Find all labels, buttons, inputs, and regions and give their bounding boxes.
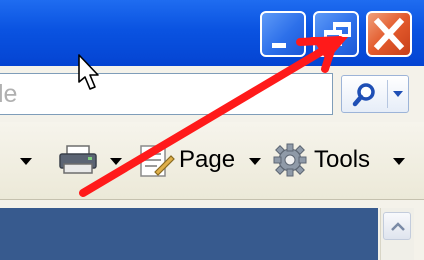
command-bar: Page Tools	[0, 122, 424, 200]
content-area	[0, 200, 424, 260]
scroll-up-button[interactable]	[383, 212, 411, 240]
tools-menu-label[interactable]: Tools	[314, 146, 370, 174]
search-button[interactable]	[341, 75, 409, 113]
close-button[interactable]	[366, 11, 412, 57]
chevron-down-icon[interactable]	[20, 158, 32, 165]
address-input[interactable]: le	[0, 73, 333, 115]
page-icon[interactable]	[137, 142, 175, 180]
address-text: le	[0, 80, 18, 108]
address-bar: le	[0, 66, 424, 122]
title-bar	[0, 0, 424, 66]
browser-window: le Page	[0, 0, 424, 260]
gear-icon[interactable]	[273, 143, 307, 177]
chevron-down-icon[interactable]	[393, 158, 405, 165]
chevron-down-icon[interactable]	[249, 158, 261, 165]
page-menu-label[interactable]: Page	[179, 146, 235, 174]
chevron-down-icon[interactable]	[110, 158, 122, 165]
vertical-scrollbar[interactable]	[380, 208, 414, 260]
search-icon	[352, 83, 375, 107]
printer-icon[interactable]	[58, 144, 98, 176]
minimize-icon	[272, 43, 286, 48]
chevron-up-icon	[391, 222, 405, 231]
page-content	[0, 208, 378, 260]
close-icon	[373, 17, 405, 51]
restore-button[interactable]	[313, 11, 359, 57]
minimize-button[interactable]	[260, 11, 306, 57]
chevron-down-icon[interactable]	[391, 89, 405, 99]
